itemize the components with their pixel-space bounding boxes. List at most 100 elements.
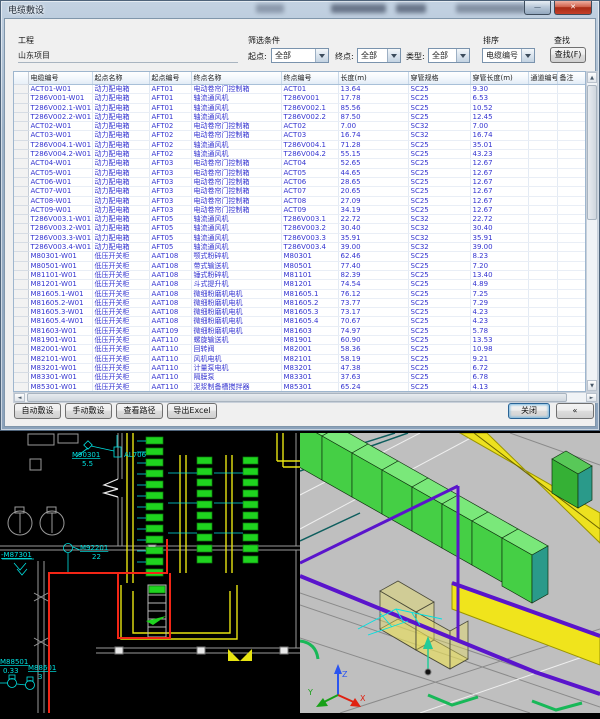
table-row[interactable]: M82101-W01低压开关柜AAT110风机电机M8210158.19SC25… — [14, 354, 585, 363]
row-selector[interactable] — [14, 187, 28, 196]
table-row[interactable]: M81605.1-W01低压开关柜AAT108微细粉磨机电机M81605.176… — [14, 289, 585, 298]
row-selector[interactable] — [14, 94, 28, 103]
table-row[interactable]: T286V004.2-W01动力配电箱AFT02轴流通风机T286V004.25… — [14, 150, 585, 159]
row-selector[interactable] — [14, 233, 28, 242]
column-header[interactable]: 通道编号 — [528, 72, 557, 85]
select-all-corner[interactable] — [14, 72, 28, 85]
minimize-button[interactable]: — — [524, 1, 551, 15]
row-selector[interactable] — [14, 103, 28, 112]
scroll-right-icon[interactable]: ► — [586, 393, 597, 402]
table-row[interactable]: M81101-W01低压开关柜AAT108锤式粉碎机M8110182.39SC2… — [14, 270, 585, 279]
column-header[interactable]: 起点名称 — [92, 72, 149, 85]
table-row[interactable]: M81605.2-W01低压开关柜AAT108微细粉磨机电机M81605.273… — [14, 298, 585, 307]
table-row[interactable]: T286V002.2-W01动力配电箱AFT01轴流通风机T286V002.28… — [14, 112, 585, 121]
table-row[interactable]: M80301-W01低压开关柜AAT108颚式粉碎机M8030162.46SC2… — [14, 252, 585, 261]
row-selector[interactable] — [14, 224, 28, 233]
column-header[interactable]: 起点编号 — [149, 72, 191, 85]
table-row[interactable]: M83201-W01低压开关柜AAT110计量泵电机M8320147.38SC2… — [14, 363, 585, 372]
row-selector[interactable] — [14, 354, 28, 363]
row-selector[interactable] — [14, 150, 28, 159]
dialog-titlebar[interactable]: 电缆敷设 — ✕ — [1, 1, 599, 18]
row-selector[interactable] — [14, 177, 28, 186]
table-row[interactable]: ACT06-W01动力配电箱AFT03电动卷帘门控制箱ACT0628.65SC2… — [14, 177, 585, 186]
row-selector[interactable] — [14, 112, 28, 121]
table-row[interactable]: ACT08-W01动力配电箱AFT03电动卷帘门控制箱ACT0827.09SC2… — [14, 196, 585, 205]
sort-dropdown[interactable]: 电缆编号 — [482, 48, 535, 63]
collapse-button[interactable]: « — [556, 403, 594, 419]
chevron-down-icon[interactable] — [456, 49, 469, 62]
chevron-down-icon[interactable] — [521, 49, 534, 62]
export-excel-button[interactable]: 导出Excel — [167, 403, 217, 419]
start-filter-dropdown[interactable]: 全部 — [271, 48, 329, 63]
row-selector[interactable] — [14, 298, 28, 307]
row-selector[interactable] — [14, 382, 28, 391]
table-row[interactable]: T286V003.4-W01动力配电箱AFT05轴流通风机T286V003.43… — [14, 243, 585, 252]
table-row[interactable]: T286V002.1-W01动力配电箱AFT01轴流通风机T286V002.18… — [14, 103, 585, 112]
table-row[interactable]: M81901-W01低压开关柜AAT110螺旋输送机M8190160.90SC2… — [14, 336, 585, 345]
row-selector[interactable] — [14, 131, 28, 140]
horizontal-scroll-thumb[interactable] — [27, 393, 567, 402]
table-row[interactable]: M83301-W01低压开关柜AAT110隔膜泵M8330137.63SC256… — [14, 373, 585, 382]
row-selector[interactable] — [14, 85, 28, 94]
table-row[interactable]: T286V004.1-W01动力配电箱AFT02轴流通风机T286V004.17… — [14, 140, 585, 149]
row-selector[interactable] — [14, 289, 28, 298]
vertical-scrollbar[interactable]: ▲ ▼ — [586, 71, 598, 392]
table-row[interactable]: M82001-W01低压开关柜AAT110回转阀M8200158.36SC251… — [14, 345, 585, 354]
vertical-scroll-thumb[interactable] — [587, 85, 597, 220]
table-row[interactable]: ACT01-W01动力配电箱AFT01电动卷帘门控制箱ACT0113.64SC2… — [14, 85, 585, 94]
column-header[interactable]: 长度(m) — [338, 72, 408, 85]
row-selector[interactable] — [14, 373, 28, 382]
scroll-left-icon[interactable]: ◄ — [14, 393, 25, 402]
table-row[interactable]: M81605.3-W01低压开关柜AAT108微细粉磨机电机M81605.373… — [14, 308, 585, 317]
table-row[interactable]: ACT07-W01动力配电箱AFT03电动卷帘门控制箱ACT0720.65SC2… — [14, 187, 585, 196]
row-selector[interactable] — [14, 261, 28, 270]
row-selector[interactable] — [14, 140, 28, 149]
column-header[interactable]: 电缆编号 — [28, 72, 92, 85]
table-row[interactable]: T286V003.3-W01动力配电箱AFT05轴流通风机T286V003.33… — [14, 233, 585, 242]
table-row[interactable]: M80501-W01低压开关柜AAT108带式输送机M8050177.40SC2… — [14, 261, 585, 270]
row-selector[interactable] — [14, 159, 28, 168]
table-row[interactable]: ACT02-W01动力配电箱AFT02电动卷帘门控制箱ACT027.00SC32… — [14, 122, 585, 131]
column-header[interactable]: 终点编号 — [281, 72, 338, 85]
table-row[interactable]: ACT09-W01动力配电箱AFT03电动卷帘门控制箱ACT0934.19SC2… — [14, 205, 585, 214]
end-filter-dropdown[interactable]: 全部 — [357, 48, 401, 63]
scroll-down-icon[interactable]: ▼ — [587, 380, 597, 391]
type-filter-dropdown[interactable]: 全部 — [428, 48, 470, 63]
row-selector[interactable] — [14, 363, 28, 372]
close-icon[interactable]: ✕ — [554, 1, 592, 15]
table-row[interactable]: M81201-W01低压开关柜AAT108斗式提升机M8120174.54SC2… — [14, 280, 585, 289]
row-selector[interactable] — [14, 270, 28, 279]
close-button[interactable]: 关闭 — [508, 403, 550, 419]
table-row[interactable]: M81605.4-W01低压开关柜AAT108微细粉磨机电机M81605.470… — [14, 317, 585, 326]
table-row[interactable]: ACT04-W01动力配电箱AFT03电动卷帘门控制箱ACT0452.65SC2… — [14, 159, 585, 168]
view-path-button[interactable]: 查看路径 — [116, 403, 163, 419]
row-selector[interactable] — [14, 317, 28, 326]
row-selector[interactable] — [14, 168, 28, 177]
chevron-down-icon[interactable] — [387, 49, 400, 62]
row-selector[interactable] — [14, 336, 28, 345]
table-row[interactable]: M85301-W01低压开关柜AAT110泥浆制备槽搅拌器M8530165.24… — [14, 382, 585, 391]
row-selector[interactable] — [14, 308, 28, 317]
column-header[interactable]: 穿管规格 — [408, 72, 470, 85]
row-selector[interactable] — [14, 122, 28, 131]
column-header[interactable]: 备注 — [557, 72, 585, 85]
row-selector[interactable] — [14, 252, 28, 261]
table-row[interactable]: T286V003.2-W01动力配电箱AFT05轴流通风机T286V003.23… — [14, 224, 585, 233]
row-selector[interactable] — [14, 345, 28, 354]
row-selector[interactable] — [14, 243, 28, 252]
row-selector[interactable] — [14, 215, 28, 224]
cad-2d-plan-view[interactable]: M90301 5.5 AL706 M92201 22 -M87301 M8850… — [0, 433, 300, 713]
column-header[interactable]: 终点名称 — [191, 72, 281, 85]
row-selector[interactable] — [14, 280, 28, 289]
table-row[interactable]: T286V003.1-W01动力配电箱AFT05轴流通风机T286V003.12… — [14, 215, 585, 224]
column-header[interactable]: 穿管长度(m) — [470, 72, 528, 85]
table-row[interactable]: M81603-W01低压开关柜AAT109微细粉磨机电机M8160374.97S… — [14, 326, 585, 335]
row-selector[interactable] — [14, 196, 28, 205]
auto-lay-button[interactable]: 自动敷设 — [14, 403, 61, 419]
scroll-up-icon[interactable]: ▲ — [587, 72, 597, 83]
chevron-down-icon[interactable] — [315, 49, 328, 62]
table-row[interactable]: ACT03-W01动力配电箱AFT02电动卷帘门控制箱ACT0316.74SC3… — [14, 131, 585, 140]
cad-3d-view[interactable]: Z X Y — [300, 433, 600, 713]
find-button[interactable]: 查找(F) — [550, 47, 586, 63]
row-selector[interactable] — [14, 326, 28, 335]
